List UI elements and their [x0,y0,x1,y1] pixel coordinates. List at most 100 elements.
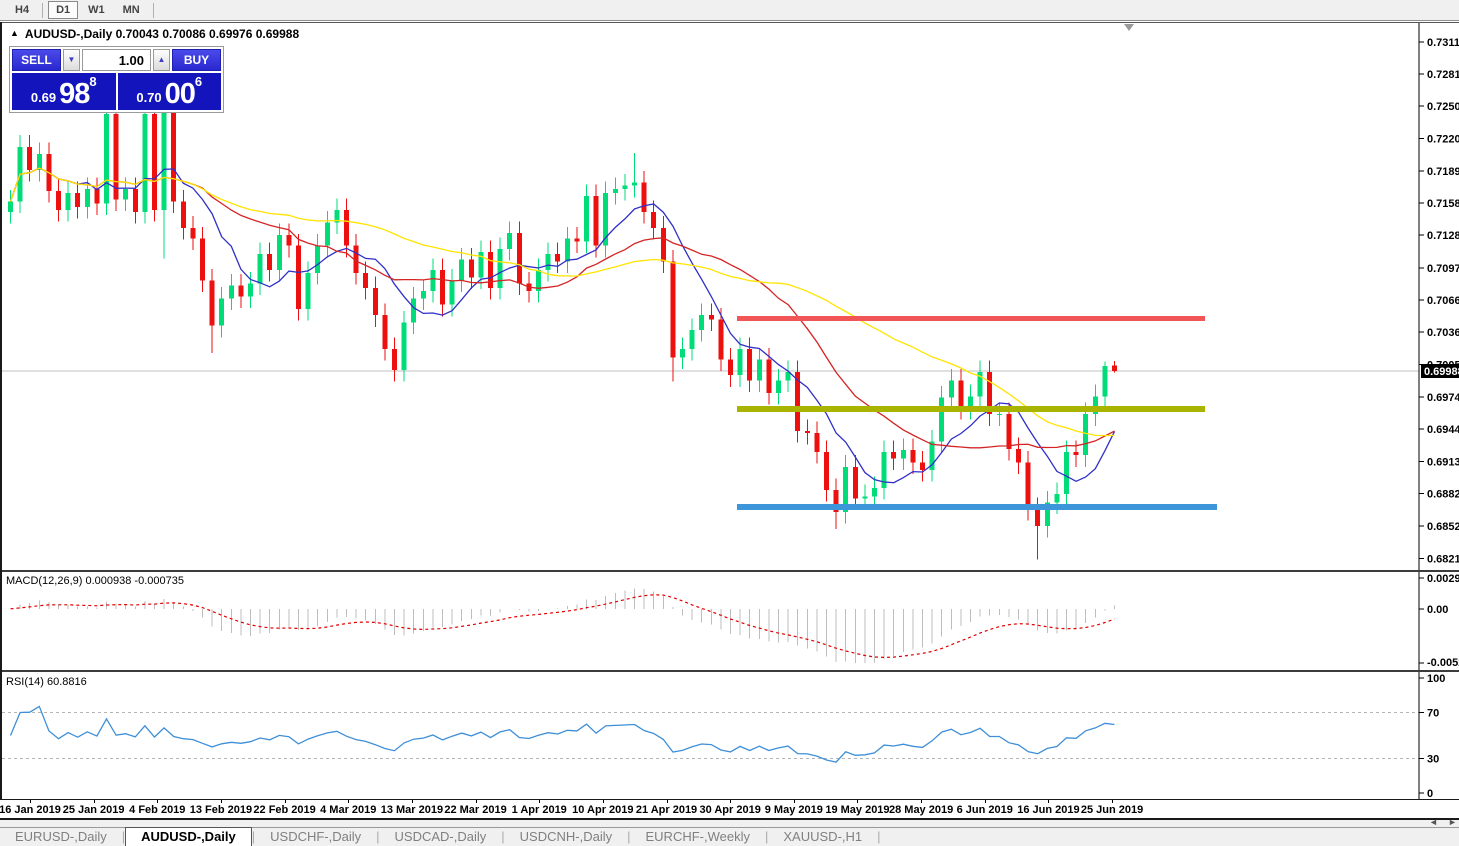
chart-tab-usdchf[interactable]: USDCHF-,Daily [255,828,376,846]
date-label: 25 Jun 2019 [1081,804,1143,816]
svg-text:100: 100 [1427,673,1445,685]
svg-text:0.72810: 0.72810 [1427,69,1459,81]
volume-increase-button[interactable]: ▲ [153,49,170,71]
date-tick [1048,800,1049,803]
date-tick [921,800,922,803]
chart-tab-eurchf[interactable]: EURCHF-,Weekly [631,828,766,846]
svg-text:-0.005256: -0.005256 [1427,657,1459,669]
date-tick [985,800,986,803]
date-label: 19 May 2019 [825,804,889,816]
rsi-indicator-pane[interactable]: 100 70 30 0 [0,672,1459,800]
date-label: 9 May 2019 [765,804,823,816]
volume-input[interactable] [82,49,151,71]
date-label: 4 Mar 2019 [320,804,376,816]
svg-text:0.69130: 0.69130 [1427,457,1459,469]
svg-text:0.00: 0.00 [1427,604,1448,616]
date-label: 21 Apr 2019 [636,804,697,816]
macd-label: MACD(12,26,9) 0.000938 -0.000735 [6,575,184,587]
one-click-trade-panel: SELL ▼ ▲ BUY 0.69 98 8 0.70 00 6 [9,46,224,113]
buy-price-prefix: 0.70 [136,90,161,105]
date-tick [476,800,477,803]
date-tick [221,800,222,803]
sell-price-box[interactable]: 0.69 98 8 [12,73,116,110]
sell-price-pip: 8 [89,74,96,89]
chart-title-ohlc: AUDUSD-,Daily 0.70043 0.70086 0.69976 0.… [25,27,299,41]
svg-text:0.70360: 0.70360 [1427,327,1459,339]
date-tick [857,800,858,803]
date-tick [412,800,413,803]
date-label: 22 Mar 2019 [444,804,506,816]
date-label: 13 Feb 2019 [190,804,252,816]
date-label: 1 Apr 2019 [512,804,567,816]
date-label: 6 Jun 2019 [957,804,1013,816]
tab-separator: | [877,828,880,846]
date-label: 10 Apr 2019 [572,804,633,816]
scroll-right-icon[interactable]: ► [1448,817,1457,827]
date-label: 4 Feb 2019 [129,804,185,816]
date-tick [730,800,731,803]
date-tick [603,800,604,803]
time-axis[interactable]: 16 Jan 201925 Jan 2019 4 Feb 2019 13 Feb 2… [0,800,1459,818]
timeframe-button-mn[interactable]: MN [115,1,148,19]
chart-tab-usdcad[interactable]: USDCAD-,Daily [380,828,502,846]
svg-text:0.002984: 0.002984 [1427,573,1459,585]
date-label: 25 Jan 2019 [63,804,125,816]
window-left-border [0,22,2,818]
rsi-label: RSI(14) 60.8816 [6,676,87,688]
svg-text:0.68520: 0.68520 [1427,521,1459,533]
date-label: 16 Jun 2019 [1017,804,1079,816]
date-label: 16 Jan 2019 [0,804,61,816]
buy-price-pip: 6 [195,74,202,89]
svg-text:0.70970: 0.70970 [1427,263,1459,275]
scroll-left-icon[interactable]: ◄ [1429,817,1438,827]
svg-text:0.70665: 0.70665 [1427,295,1459,307]
date-tick [348,800,349,803]
buy-button[interactable]: BUY [172,49,221,71]
date-tick [285,800,286,803]
timeframe-button-d1[interactable]: D1 [48,1,78,19]
svg-text:0.71280: 0.71280 [1427,230,1459,242]
sell-price-main: 98 [59,81,89,107]
chart-tab-usdcnh[interactable]: USDCNH-,Daily [505,828,627,846]
timeframe-button-w1[interactable]: W1 [80,1,113,19]
chart-tab-bar: EURUSD-,Daily|AUDUSD-,Daily|USDCHF-,Dail… [0,827,1459,846]
volume-decrease-button[interactable]: ▼ [63,49,80,71]
svg-text:0.71890: 0.71890 [1427,166,1459,178]
macd-indicator-pane[interactable]: 0.002984 0.00 -0.005256 [0,572,1459,670]
date-tick [94,800,95,803]
trading-terminal-window: H4D1W1MN 0.731150.728100.725050.722000.7… [0,0,1459,846]
date-label: 28 May 2019 [889,804,953,816]
sell-button[interactable]: SELL [12,49,61,71]
svg-text:0.69440: 0.69440 [1427,424,1459,436]
date-tick [794,800,795,803]
chart-shift-marker-icon[interactable] [1124,24,1134,31]
date-tick [667,800,668,803]
buy-price-box[interactable]: 0.70 00 6 [118,73,222,110]
chart-title-line: ▲ AUDUSD-,Daily 0.70043 0.70086 0.69976 … [10,27,299,41]
date-tick [157,800,158,803]
svg-text:0.68210: 0.68210 [1427,553,1459,565]
svg-text:70: 70 [1427,708,1439,720]
svg-text:0.69745: 0.69745 [1427,392,1459,404]
buy-price-main: 00 [165,81,195,107]
svg-text:30: 30 [1427,754,1439,766]
svg-text:0.72200: 0.72200 [1427,133,1459,145]
svg-text:0.73115: 0.73115 [1427,37,1459,49]
timeframe-button-h4[interactable]: H4 [7,1,37,19]
chart-tab-xauusd[interactable]: XAUUSD-,H1 [768,828,877,846]
symbol-collapse-icon[interactable]: ▲ [10,28,19,38]
chart-tab-eurusd[interactable]: EURUSD-,Daily [0,828,122,846]
svg-text:0.71585: 0.71585 [1427,198,1459,210]
date-tick [30,800,31,803]
chart-tab-audusd[interactable]: AUDUSD-,Daily [125,827,252,846]
svg-text:0: 0 [1427,788,1433,800]
toolbar-divider [153,3,154,18]
date-label: 22 Feb 2019 [253,804,315,816]
svg-text:0.69988: 0.69988 [1424,366,1459,378]
timeframe-toolbar: H4 D1W1MN [0,0,1459,21]
sell-price-prefix: 0.69 [31,90,56,105]
horizontal-scrollbar[interactable]: ◄ ► [0,820,1459,827]
toolbar-divider [42,3,43,18]
date-tick [539,800,540,803]
svg-text:0.68825: 0.68825 [1427,489,1459,501]
